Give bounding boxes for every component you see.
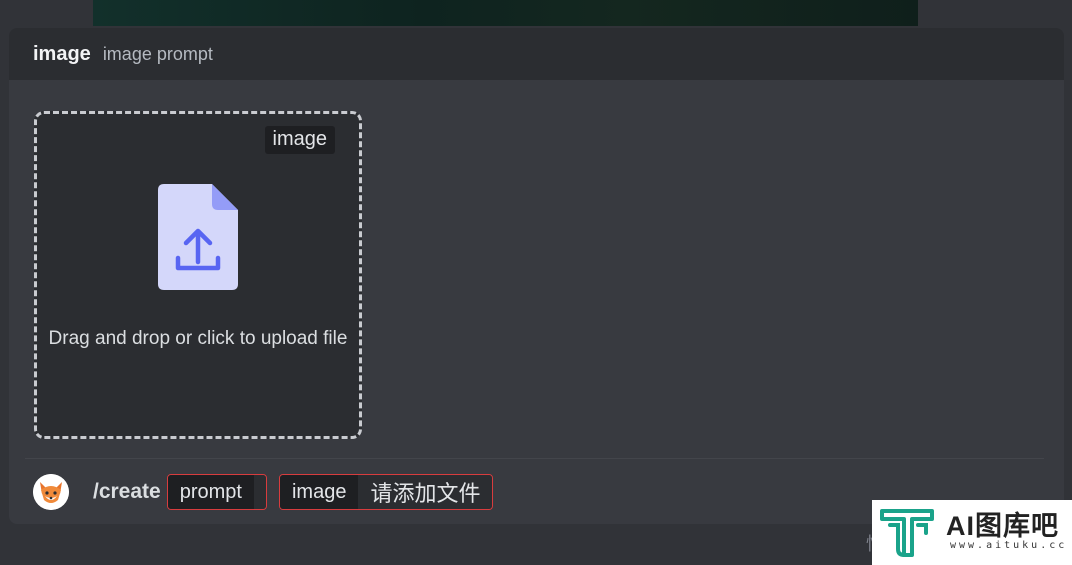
prompt-option-label: prompt [167,475,254,509]
file-dropzone[interactable]: image Drag and drop or click to upload f… [34,111,362,439]
modal-header: image image prompt [9,28,1064,80]
aituku-logo-icon [880,509,934,557]
file-upload-icon [158,184,238,290]
preview-image-strip [93,0,918,26]
image-option-value[interactable]: 请添加文件 [358,475,493,509]
watermark: AI图库吧 www.aituku.cc [872,500,1072,565]
image-option-label: image [279,475,359,509]
watermark-name: AI图库吧 [946,511,1059,541]
image-option[interactable]: image 请添加文件 [278,474,494,510]
avatar [33,474,69,510]
modal-title: image [33,42,91,65]
command-input-row: /create prompt image 请添加文件 [93,473,494,511]
fox-avatar-icon [33,474,69,510]
divider [25,458,1044,459]
image-command-modal: image image prompt image Drag and drop o… [9,28,1064,524]
dropzone-option-tag: image [264,126,335,154]
prompt-option[interactable]: prompt [166,474,267,510]
prompt-option-value[interactable] [253,475,266,509]
modal-subtitle: image prompt [102,43,213,64]
watermark-url: www.aituku.cc [950,540,1068,551]
command-name: /create [93,480,161,503]
dropzone-instructions: Drag and drop or click to upload file [48,328,348,349]
